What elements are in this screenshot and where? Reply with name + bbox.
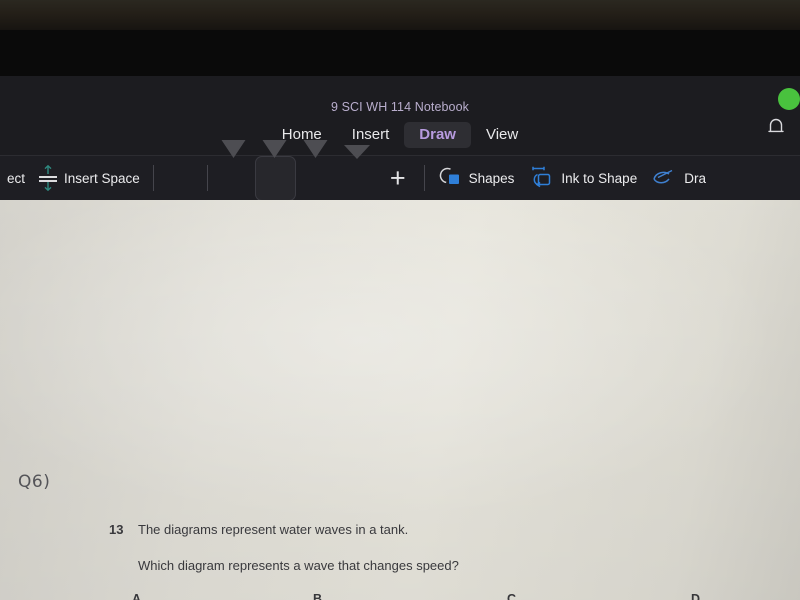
document-title: 9 SCI WH 114 Notebook	[330, 100, 470, 114]
highlighter-yellow-tool[interactable]	[337, 144, 378, 201]
pen-black-tool[interactable]: ▾	[254, 139, 296, 209]
shapes-label: Shapes	[468, 170, 515, 186]
insert-space-label: Insert Space	[64, 170, 140, 186]
draw-trackpad-icon	[651, 166, 677, 191]
pen-black-icon	[262, 139, 288, 176]
add-pen-button[interactable]: +	[378, 164, 418, 192]
draw-with-trackpad-button[interactable]: Dra	[644, 156, 713, 201]
pen-blue-tool[interactable]	[296, 139, 337, 201]
monitor-bezel-reflection	[0, 0, 800, 30]
eraser-icon	[169, 163, 192, 191]
screen-photo: 9 SCI WH 114 Notebook Home Insert Draw V…	[0, 0, 800, 600]
option-letter-b: B	[313, 592, 323, 600]
notebook-page[interactable]: Q6) 13 The diagrams represent water wave…	[0, 200, 800, 600]
draw-toolbar: ect Insert Space + Shapes Ink to Shape D…	[0, 139, 800, 209]
monitor-bezel	[0, 30, 800, 76]
select-tool-truncated[interactable]: ect	[0, 156, 32, 201]
tab-draw[interactable]: Draw	[404, 122, 471, 148]
question-text-line-2: Which diagram represents a wave that cha…	[138, 558, 459, 573]
insert-space-button[interactable]: Insert Space	[32, 156, 147, 201]
recording-indicator-dot	[778, 88, 800, 110]
select-tool-label: ect	[7, 170, 26, 186]
question-number: 13	[109, 522, 124, 537]
question-text-line-1: The diagrams represent water waves in a …	[138, 522, 409, 537]
insert-space-icon	[39, 164, 58, 192]
ink-to-shape-button[interactable]: Ink to Shape	[521, 156, 644, 201]
option-letter-c: C	[507, 592, 517, 600]
toolbar-divider	[152, 165, 154, 191]
ink-to-shape-icon	[528, 165, 554, 192]
eraser-tool[interactable]	[160, 156, 201, 201]
tab-view[interactable]: View	[471, 122, 533, 148]
shapes-button[interactable]: Shapes	[431, 156, 522, 201]
highlighter-yellow-icon	[344, 144, 371, 177]
ribbon-tab-bar: Home Insert Draw View	[0, 122, 800, 148]
option-letter-a: A	[132, 592, 142, 600]
draw-label: Dra	[684, 170, 706, 186]
option-letter-d: D	[691, 592, 701, 600]
onenote-app-window: 9 SCI WH 114 Notebook Home Insert Draw V…	[0, 76, 800, 209]
document-title-row: 9 SCI WH 114 Notebook	[0, 98, 800, 116]
pen-white-tool[interactable]	[214, 139, 255, 201]
toolbar-divider	[206, 165, 208, 191]
shapes-icon	[438, 166, 462, 191]
pen-blue-icon	[303, 139, 329, 176]
toolbar-divider	[423, 165, 425, 191]
ink-to-shape-label: Ink to Shape	[561, 170, 638, 186]
handwritten-annotation-q6: Q6)	[18, 472, 51, 492]
pen-white-icon	[221, 139, 247, 176]
